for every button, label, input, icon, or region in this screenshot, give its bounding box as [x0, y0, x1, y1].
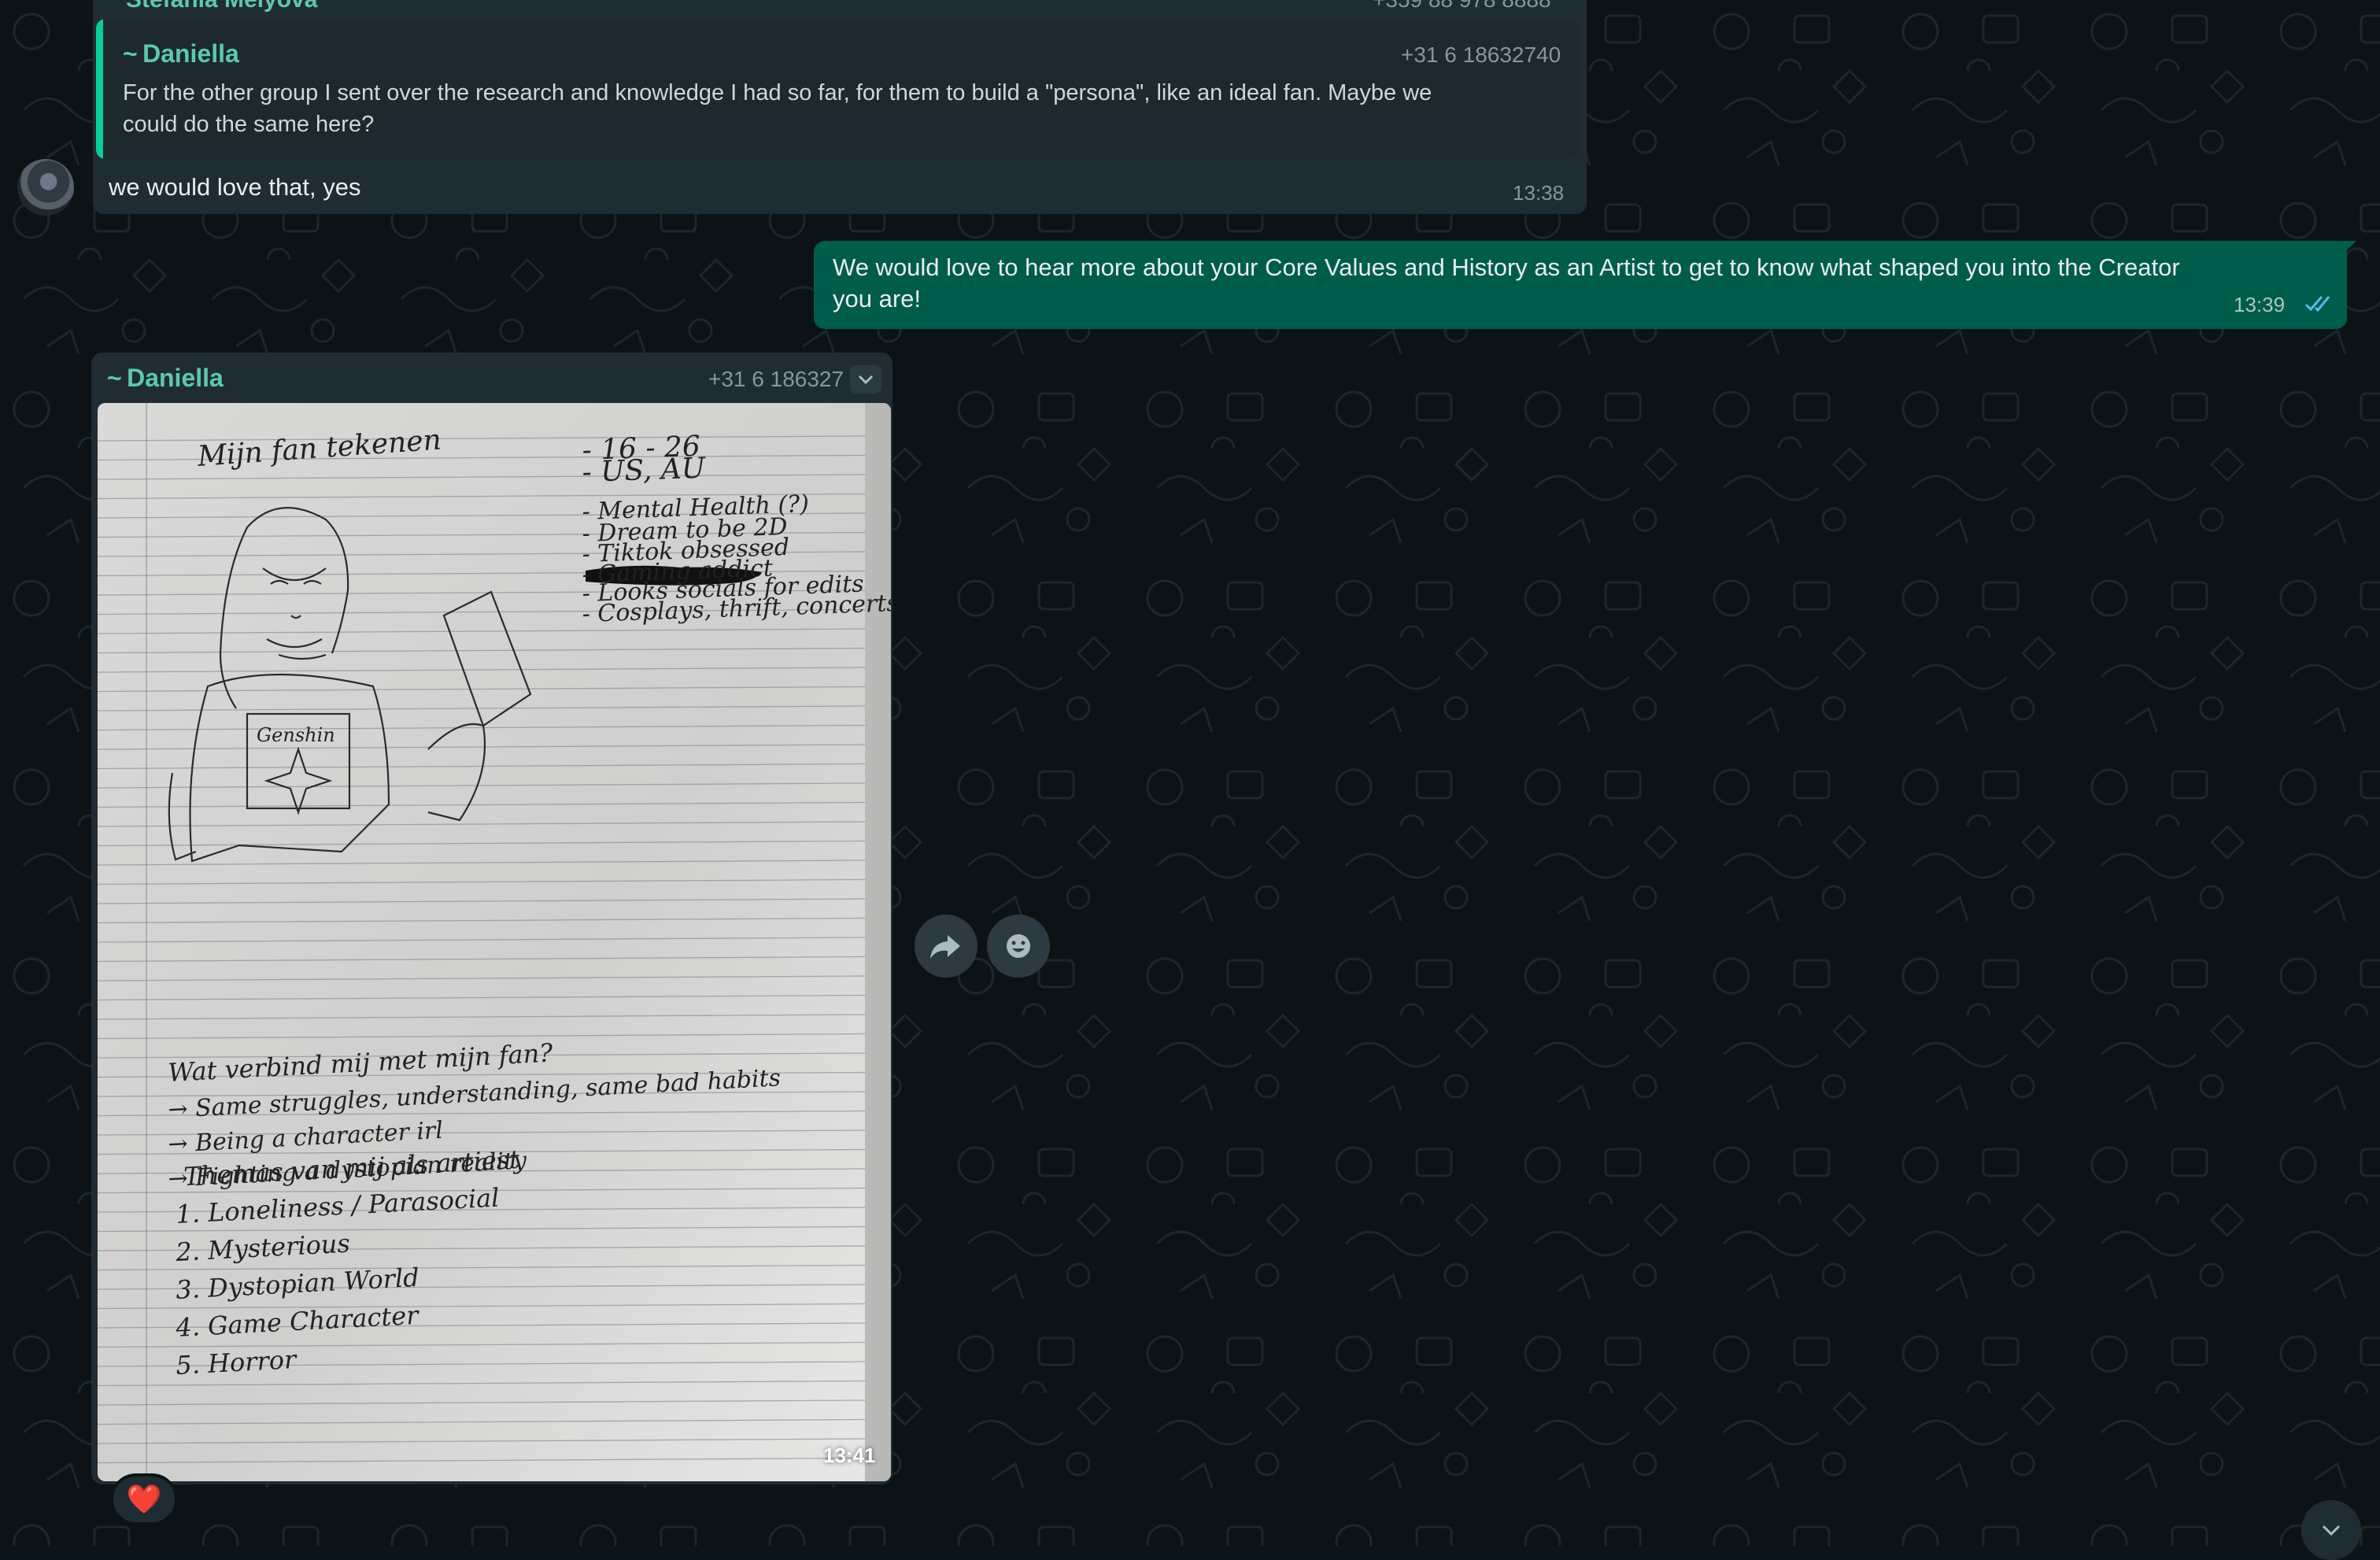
- outgoing-time: 13:39: [2234, 293, 2286, 316]
- image-time: 13:41: [823, 1444, 876, 1467]
- theme-item: 5. Horror: [175, 1344, 298, 1381]
- bubble-tail: [2339, 241, 2356, 258]
- shirt-text: Genshin: [257, 724, 335, 746]
- double-check-read-icon: [2304, 296, 2330, 312]
- outgoing-text-line1: We would love to hear more about your Co…: [833, 253, 2180, 281]
- chevron-down-icon: [2322, 1525, 2341, 1536]
- scroll-to-bottom-button[interactable]: [2301, 1500, 2361, 1560]
- forward-arrow-icon: [930, 935, 960, 959]
- quote-accent-bar: [96, 19, 103, 159]
- smiley-icon: [1007, 934, 1030, 958]
- notebook-photo[interactable]: Genshin Mijn fan tekenen - 16 - 26- US, A…: [98, 403, 891, 1481]
- heart-emoji: ❤️: [126, 1483, 162, 1515]
- react-button[interactable]: [987, 915, 1050, 978]
- chevron-down-icon: [858, 375, 874, 385]
- outgoing-text-line2: you are!: [833, 285, 922, 312]
- image-sender-name: ~ Daniella: [107, 364, 224, 392]
- message-menu-button[interactable]: [850, 365, 881, 394]
- avatar[interactable]: [17, 159, 74, 216]
- quoted-sender-phone: +31 6 18632740: [1401, 43, 1561, 67]
- trait-item: - US, AU: [582, 452, 708, 488]
- quoted-text-line1: For the other group I sent over the rese…: [123, 80, 1432, 105]
- message-text: we would love that, yes: [109, 173, 361, 201]
- message-time: 13:38: [1513, 181, 1565, 205]
- quoted-text-line2: could do the same here?: [123, 112, 375, 137]
- notebook-page-image: Genshin Mijn fan tekenen - 16 - 26- US, A…: [98, 403, 891, 1481]
- image-sender-phone: +31 6 186327: [708, 367, 844, 391]
- forward-button[interactable]: [915, 915, 978, 978]
- partial-sender-phone: +359 88 978 8888: [1373, 0, 1551, 13]
- quoted-sender-name: ~ Daniella: [123, 39, 239, 68]
- reaction-badge[interactable]: ❤️: [110, 1473, 178, 1525]
- partial-sender-name: Stefania Melyova: [126, 0, 317, 14]
